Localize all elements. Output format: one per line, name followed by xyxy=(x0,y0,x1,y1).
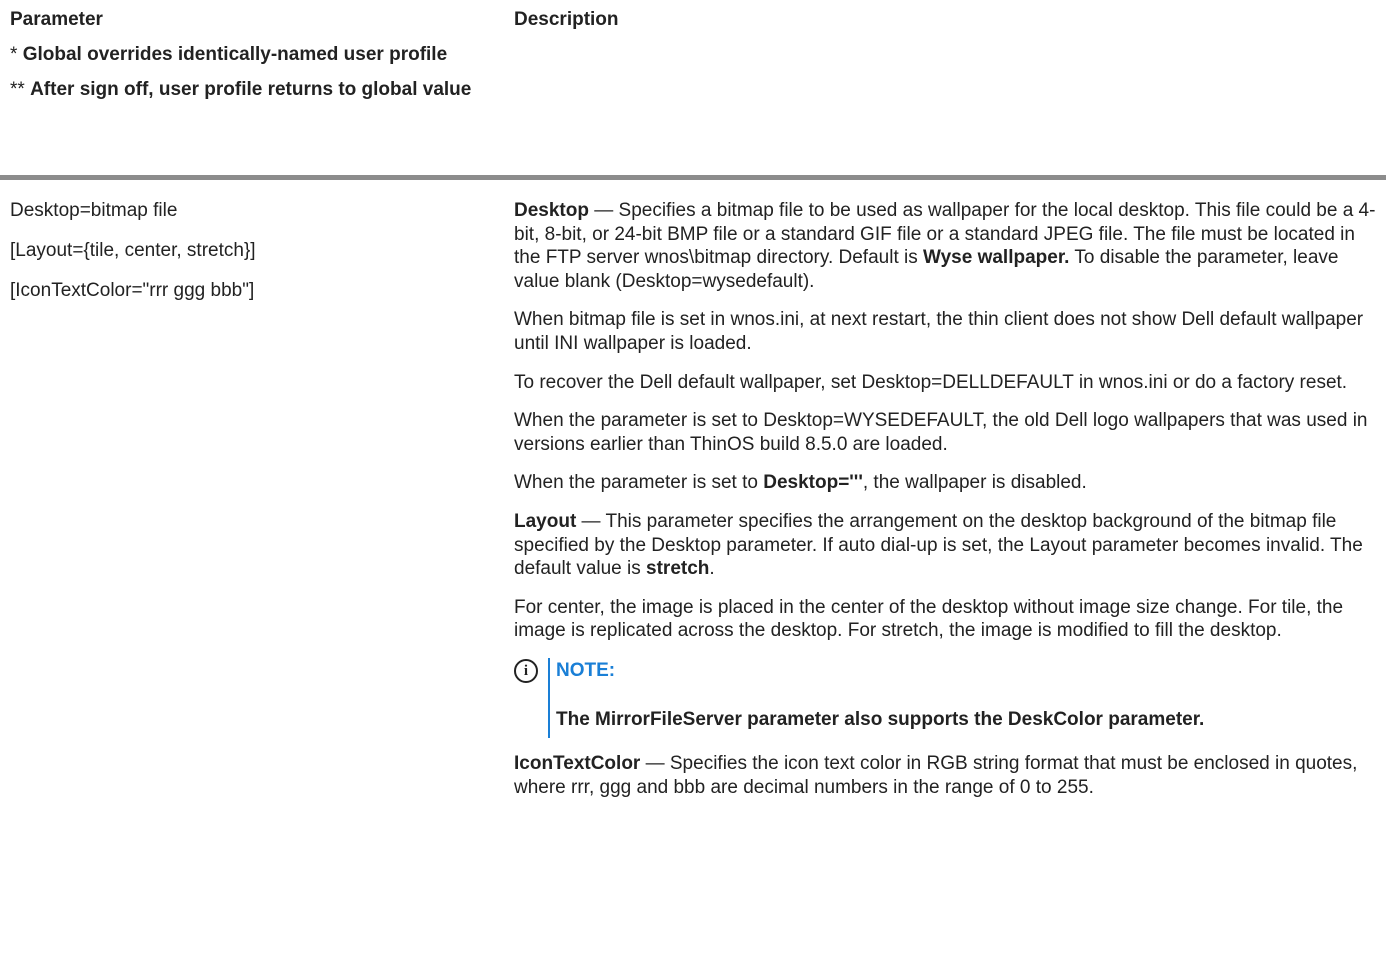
layout-text-2: . xyxy=(709,558,715,580)
icontextcolor-text: — Specifies the icon text color in RGB s… xyxy=(514,752,1358,798)
description-column-header: Description xyxy=(514,8,619,31)
parameter-layout: [Layout={tile, center, stretch}] xyxy=(10,240,256,261)
note-callout: i NOTE: The MirrorFileServer parameter a… xyxy=(514,657,1384,738)
parameter-cell: Desktop=bitmap file [Layout={tile, cente… xyxy=(10,199,490,319)
layout-text-1: — This parameter specifies the arrangeme… xyxy=(514,510,1363,580)
layout-description: Layout — This parameter specifies the ar… xyxy=(514,510,1384,581)
parameter-icontextcolor: [IconTextColor="rrr ggg bbb"] xyxy=(10,280,255,301)
disabled-text-2: , the wallpaper is disabled. xyxy=(862,472,1087,494)
parameter-heading: Parameter xyxy=(10,9,103,30)
icontextcolor-term: IconTextColor xyxy=(514,752,641,774)
disabled-text-1: When the parameter is set to xyxy=(514,472,764,494)
note-accent-bar xyxy=(548,657,550,738)
description-cell: Desktop — Specifies a bitmap file to be … xyxy=(514,199,1384,814)
wysedefault-paragraph: When the parameter is set to Desktop=WYS… xyxy=(514,410,1368,455)
icontextcolor-description: IconTextColor — Specifies the icon text … xyxy=(514,752,1384,799)
single-asterisk: * xyxy=(10,44,18,65)
note-text: The MirrorFileServer parameter also supp… xyxy=(556,708,1205,730)
layout-default-value: stretch xyxy=(646,558,710,580)
layout-term: Layout xyxy=(514,510,577,532)
parameter-column-header: Parameter * Global overrides identically… xyxy=(10,8,490,101)
double-asterisk: ** xyxy=(10,79,25,100)
header-divider xyxy=(0,175,1386,180)
recover-default-paragraph: To recover the Dell default wallpaper, s… xyxy=(514,371,1348,393)
parameter-desktop: Desktop=bitmap file xyxy=(10,200,178,221)
global-override-note: * Global overrides identically-named use… xyxy=(10,44,490,66)
sign-off-note: ** After sign off, user profile returns … xyxy=(10,79,490,101)
info-icon: i xyxy=(514,658,538,683)
desktop-default-value: Wyse wallpaper. xyxy=(923,247,1070,269)
disabled-value: Desktop=''' xyxy=(763,472,863,494)
bitmap-restart-paragraph: When bitmap file is set in wnos.ini, at … xyxy=(514,309,1364,354)
desktop-term: Desktop xyxy=(514,200,589,221)
note-title: NOTE: xyxy=(556,659,616,681)
sign-off-text: After sign off, user profile returns to … xyxy=(30,79,472,100)
description-heading: Description xyxy=(514,9,619,30)
global-override-text: Global overrides identically-named user … xyxy=(22,44,448,65)
layout-options-paragraph: For center, the image is placed in the c… xyxy=(514,596,1344,642)
desktop-description: Desktop — Specifies a bitmap file to be … xyxy=(514,199,1384,293)
wallpaper-disabled-paragraph: When the parameter is set to Desktop='''… xyxy=(514,471,1384,495)
